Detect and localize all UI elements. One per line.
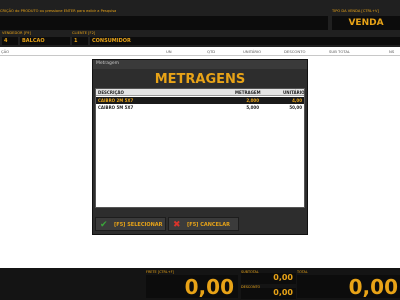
total-value: 0,00 — [348, 275, 398, 299]
select-button[interactable]: ✔ [F5] SELECIONAR — [95, 217, 166, 231]
freight-label: FRETE [CTRL+F] — [146, 270, 174, 274]
row-unit-price: 50,00 — [289, 105, 302, 110]
dialog-window-title: Metragem — [96, 61, 120, 66]
row-unit-price: 4,00 — [292, 98, 302, 103]
column-meter: METRAGEM — [235, 90, 261, 95]
subtotal-value: 0,00 — [273, 273, 293, 282]
seller-label: VENDEDOR [F9] — [2, 31, 31, 35]
column-unit-price: UNITÁRIO — [243, 49, 262, 54]
x-icon: ✖ — [173, 220, 181, 230]
select-button-label: [F5] SELECIONAR — [114, 222, 163, 228]
column-subtotal: SUB TOTAL — [329, 49, 351, 54]
client-name-field[interactable] — [90, 37, 400, 45]
column-description: ÇÃO — [1, 49, 10, 54]
dialog-heading: METRAGENS — [154, 72, 246, 87]
product-hint-label: CRIÇÃO do PRODUTO ou pressione ENTER par… — [0, 9, 117, 13]
column-description: DESCRIÇÃO — [98, 90, 124, 95]
column-extra: NS — [389, 49, 395, 54]
total-label: TOTAL — [297, 270, 308, 274]
dialog-titlebar[interactable] — [93, 60, 307, 69]
row-description: CAIBRO 5M 5X7 — [98, 105, 134, 110]
column-quantity: QTD — [207, 49, 216, 54]
table-row-selected[interactable]: CAIBRO 2M 5X7 2,000 4,00 — [96, 97, 304, 104]
product-search-input[interactable] — [0, 16, 328, 30]
row-description: CAIBRO 2M 5X7 — [98, 98, 134, 103]
client-code: 1 — [74, 38, 78, 44]
table-row[interactable]: CAIBRO 5M 5X7 5,000 50,00 — [96, 104, 304, 111]
column-unit-price: UNITÁRIO — [283, 90, 305, 95]
seller-code: 4 — [4, 38, 8, 44]
cancel-button-label: [F5] CANCELAR — [187, 222, 230, 228]
client-label: CLIENTE [F2] — [72, 31, 96, 35]
discount-value: 0,00 — [273, 288, 293, 297]
column-discount: DESCONTO — [284, 49, 306, 54]
sale-type-label: TIPO DA VENDA [CTRL+V] — [332, 9, 379, 13]
freight-value: 0,00 — [184, 275, 234, 299]
row-meter: 5,000 — [246, 105, 259, 110]
metragem-grid-header — [96, 89, 304, 96]
seller-name: BALCAO — [22, 38, 45, 44]
sale-type-value: VENDA — [348, 18, 384, 28]
metragem-dialog: Metragem METRAGENS DESCRIÇÃO METRAGEM UN… — [92, 59, 308, 235]
cancel-button[interactable]: ✖ [F5] CANCELAR — [168, 217, 239, 231]
column-unit: UN — [166, 49, 172, 54]
check-icon: ✔ — [100, 220, 108, 230]
client-name: CONSUMIDOR — [92, 38, 131, 44]
row-meter: 2,000 — [246, 98, 259, 103]
metragem-grid: DESCRIÇÃO METRAGEM UNITÁRIO CAIBRO 2M 5X… — [95, 88, 305, 208]
